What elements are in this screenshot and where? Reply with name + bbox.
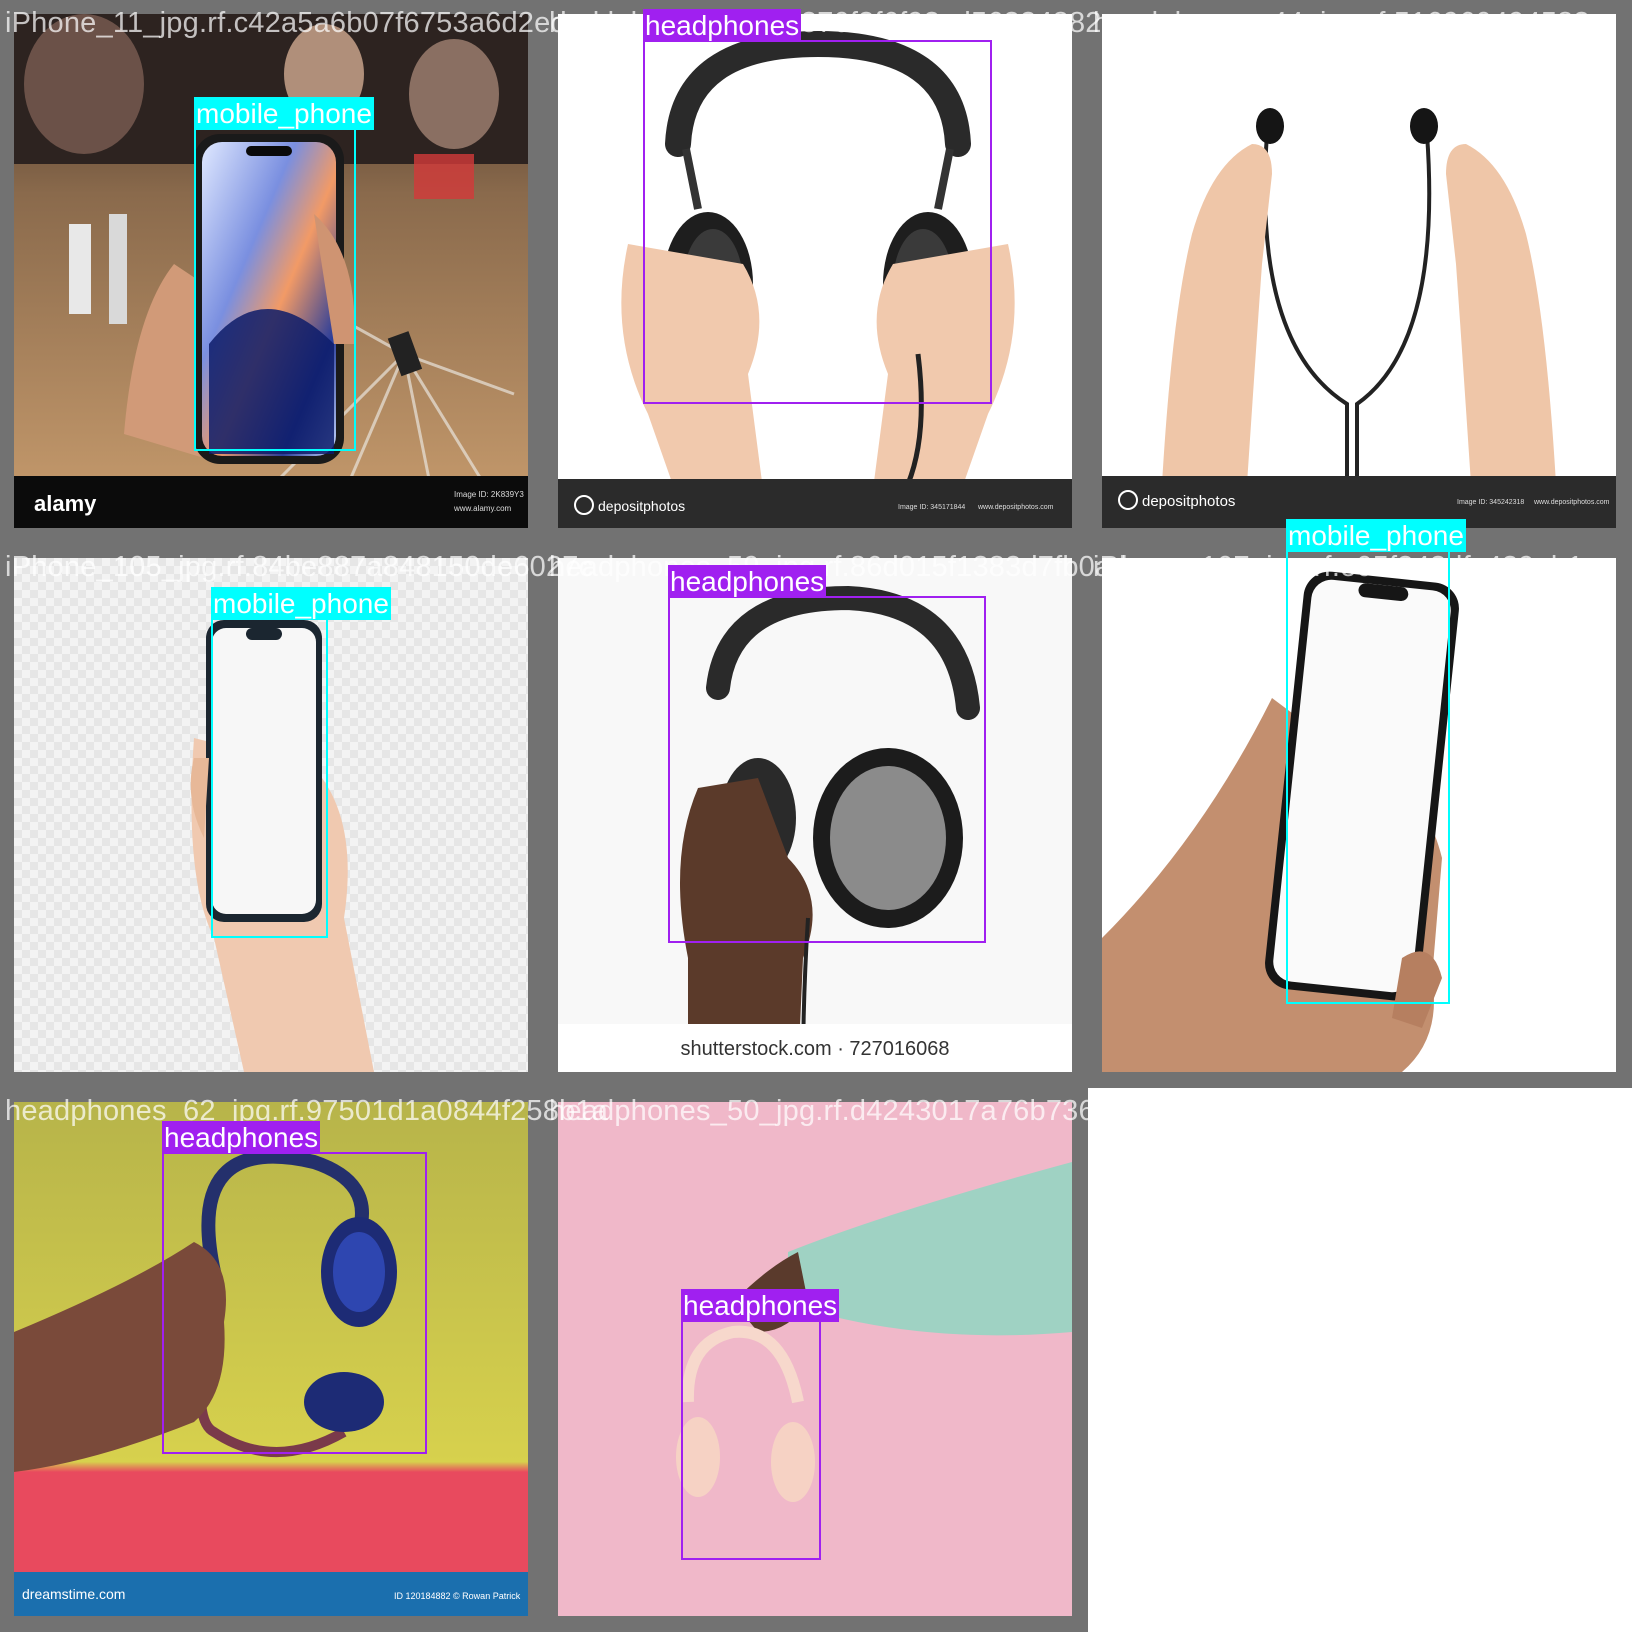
tile-photo: alamy Image ID: 2K839Y3 www.alamy.com: [14, 14, 528, 528]
tile-filename: iPhone_107_jpg.rf.e05f343dfc429eb1: [1093, 551, 1584, 583]
mosaic-tile-2: headphones_jpg.rf.370f3f6f92cd56324882 d…: [544, 0, 1101, 544]
tile-photo: depositphotos Image ID: 345242318 www.de…: [1102, 14, 1616, 528]
watermark-brand: dreamstime.com: [22, 1586, 125, 1602]
tile-filename: iPhone_105_jpg.rf.84be887a848150de6027c: [5, 551, 594, 583]
watermark-url: www.depositphotos.com: [1533, 499, 1610, 506]
tile-photo: dreamstime.com ID 120184882 © Rowan Patr…: [14, 1102, 528, 1616]
watermark-url: www.alamy.com: [453, 504, 512, 513]
watermark-url: www.depositphotos.com: [977, 504, 1054, 511]
mosaic-tile-5: headphones_59_jpg.rf.86d015f1383d7fb0ad …: [544, 544, 1127, 1088]
tile-photo: depositphotos Image ID: 345171844 www.de…: [558, 14, 1072, 528]
tile-photo: [558, 1102, 1072, 1616]
tile-filename: iPhone_11_jpg.rf.c42a5a6b07f6753a6d2edad: [5, 7, 600, 39]
tile-filename: headphones_44_jpg.rf.516960494583: [1093, 7, 1590, 39]
mosaic-tile-6: iPhone_107_jpg.rf.e05f343dfc429eb1 mobil…: [1088, 519, 1632, 1088]
mosaic-tile-8: headphones_50_jpg.rf.d4243017a76b736fcc0…: [544, 1088, 1149, 1632]
tile-filename: headphones_59_jpg.rf.86d015f1383d7fb0ad: [549, 551, 1128, 583]
tile-filename: headphones_jpg.rf.370f3f6f92cd56324882: [549, 7, 1102, 39]
watermark-ref: Image ID: 2K839Y3: [454, 490, 524, 499]
watermark-brand: alamy: [34, 491, 97, 516]
watermark-brand: depositphotos: [1142, 493, 1235, 510]
mosaic-tile-7: headphones_62_jpg.rf.97501d1a0844f258b1a…: [0, 1088, 608, 1632]
watermark-ref: Image ID: 345242318: [1457, 499, 1524, 506]
mosaic-tile-4: iPhone_105_jpg.rf.84be887a848150de6027c …: [0, 544, 593, 1088]
watermark-brand: shutterstock.com · 727016068: [680, 1038, 949, 1060]
tile-photo: shutterstock.com · 727016068: [558, 558, 1072, 1072]
tile-filename: headphones_62_jpg.rf.97501d1a0844f258b1a: [5, 1095, 609, 1127]
mosaic-tile-3: headphones_44_jpg.rf.516960494583 deposi…: [1088, 0, 1632, 544]
tile-photo: [14, 558, 528, 1072]
watermark-ref: Image ID: 345171844: [898, 504, 965, 511]
watermark-ref: ID 120184882 © Rowan Patrick: [394, 1591, 521, 1601]
mosaic-tile-1: iPhone_11_jpg.rf.c42a5a6b07f6753a6d2edad: [0, 0, 599, 544]
tile-photo: [1102, 558, 1616, 1072]
watermark-brand: depositphotos: [598, 498, 685, 514]
tile-filename: headphones_50_jpg.rf.d4243017a76b736fcc0: [549, 1095, 1149, 1127]
